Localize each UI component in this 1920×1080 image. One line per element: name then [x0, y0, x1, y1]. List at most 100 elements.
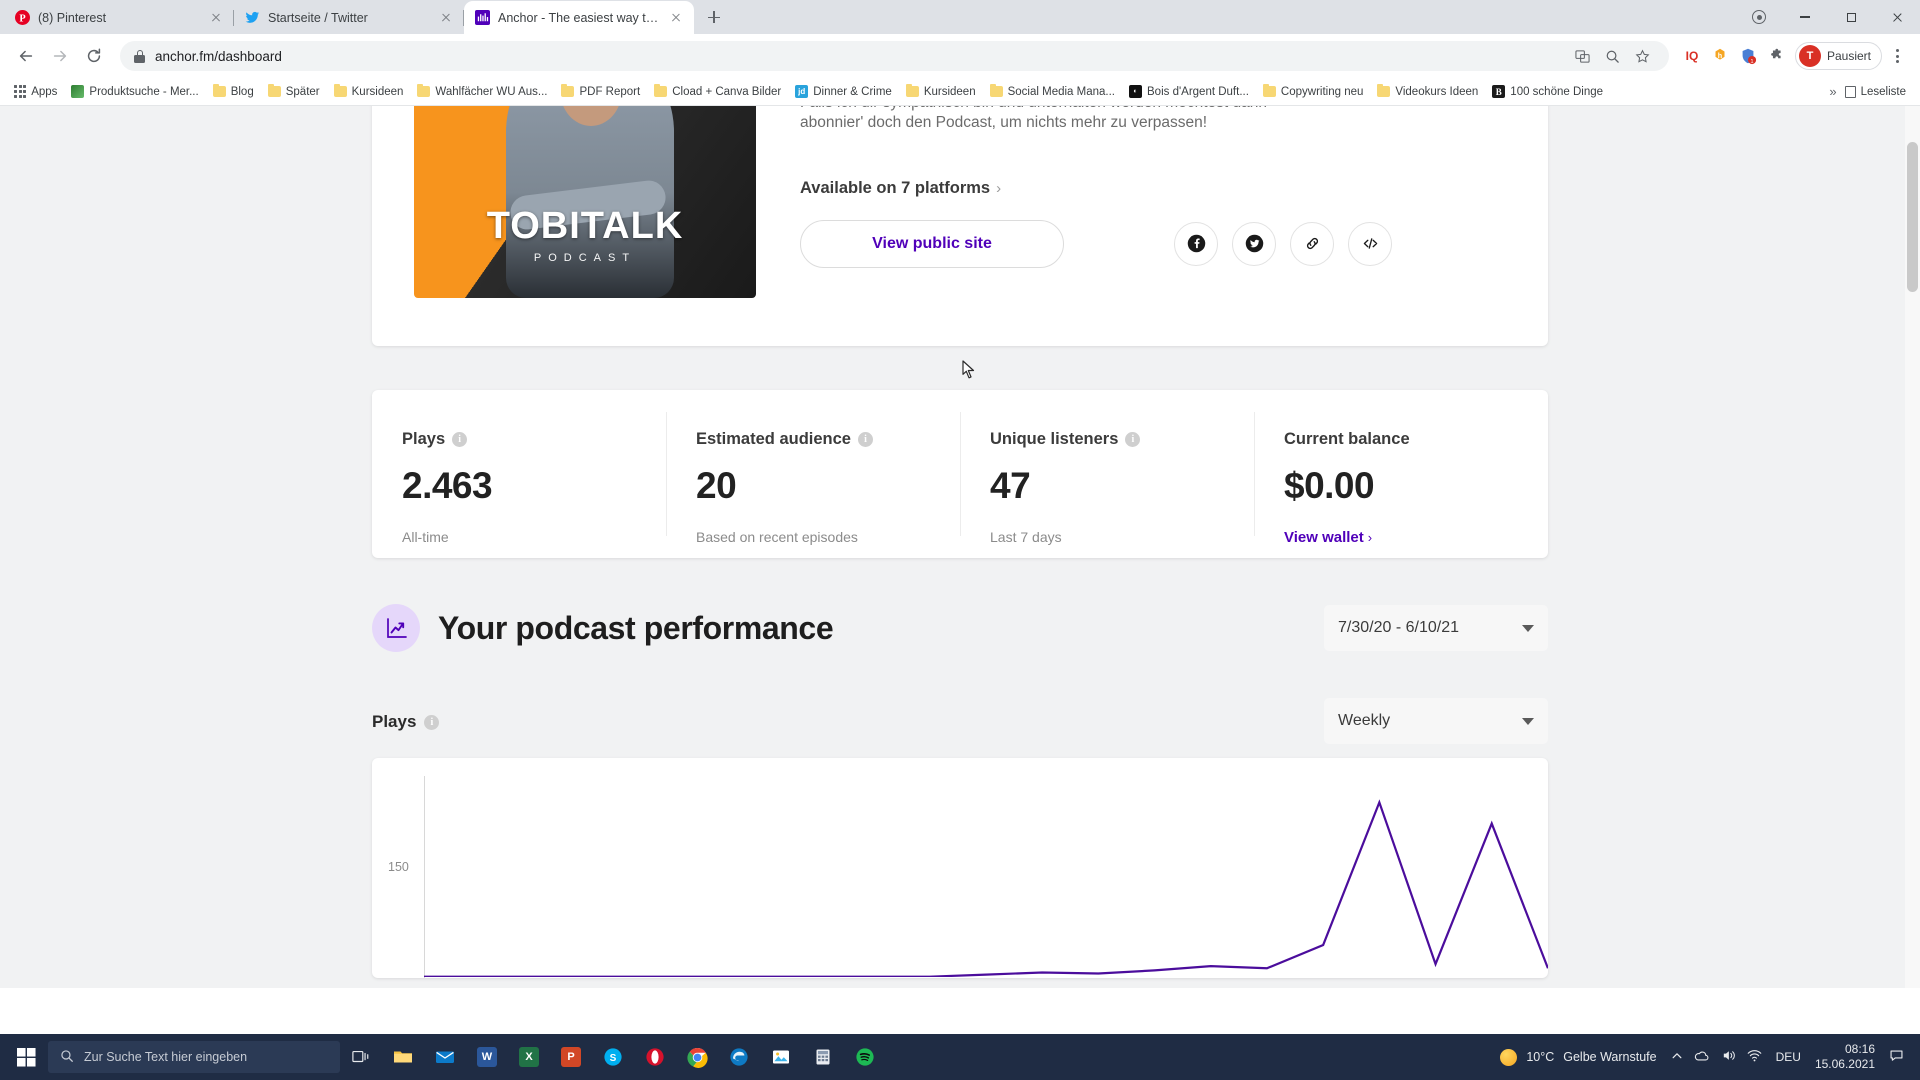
edge-icon[interactable] [718, 1034, 760, 1080]
bookmark-produktsuche[interactable]: Produktsuche - Mer... [65, 82, 204, 101]
bookmark-videokurs[interactable]: Videokurs Ideen [1371, 83, 1484, 101]
mail-icon[interactable] [424, 1034, 466, 1080]
chevron-up-icon[interactable] [1671, 1050, 1683, 1065]
skype-icon[interactable]: S [592, 1034, 634, 1080]
spotify-icon[interactable] [844, 1034, 886, 1080]
chrome-icon[interactable] [676, 1034, 718, 1080]
twitter-share-icon[interactable] [1232, 221, 1276, 266]
view-wallet-link[interactable]: View wallet › [1284, 529, 1548, 546]
task-view-icon[interactable] [340, 1034, 382, 1080]
profile-button[interactable]: T Pausiert [1794, 42, 1882, 70]
svg-text:h: h [1718, 51, 1722, 60]
bookmarks-overflow-button[interactable]: » [1823, 84, 1842, 99]
bookmark-label: Copywriting neu [1280, 85, 1364, 98]
close-window-button[interactable] [1874, 0, 1920, 34]
bookmark-blog[interactable]: Blog [207, 83, 260, 101]
maximize-button[interactable] [1828, 0, 1874, 34]
address-bar[interactable]: anchor.fm/dashboard [120, 41, 1669, 71]
info-icon[interactable]: i [424, 714, 440, 730]
browser-tab-anchor[interactable]: Anchor - The easiest way to mak [464, 1, 694, 34]
excel-glyph: X [519, 1047, 539, 1067]
chart-ytick-150: 150 [388, 860, 409, 874]
bookmark-apps[interactable]: Apps [8, 82, 63, 100]
reload-button[interactable] [78, 40, 110, 72]
photos-icon[interactable] [760, 1034, 802, 1080]
bookmark-copywriting[interactable]: Copywriting neu [1257, 83, 1369, 101]
volume-icon[interactable] [1721, 1048, 1736, 1066]
puzzle-extension-icon[interactable] [1763, 43, 1789, 69]
bookmark-star-icon[interactable] [1631, 44, 1655, 68]
bookmark-pdf-report[interactable]: PDF Report [555, 83, 646, 101]
info-icon[interactable]: i [452, 432, 468, 447]
search-input[interactable]: Zur Suche Text hier eingeben [48, 1041, 340, 1073]
zoom-icon[interactable] [1601, 44, 1625, 68]
translate-icon[interactable] [1571, 44, 1595, 68]
reading-list-button[interactable]: Leseliste [1844, 85, 1912, 98]
bookmark-kursideen-2[interactable]: Kursideen [900, 83, 982, 101]
clock-widget[interactable]: 08:16 15.06.2021 [1815, 1042, 1875, 1072]
forward-button[interactable] [44, 40, 76, 72]
kebab-menu-icon[interactable] [1884, 43, 1910, 69]
browser-tab-twitter[interactable]: Startseite / Twitter [234, 1, 464, 34]
reading-list-label: Leseliste [1860, 85, 1906, 98]
new-tab-button[interactable] [700, 3, 728, 31]
frequency-dropdown[interactable]: Weekly [1324, 698, 1548, 744]
system-tray [1671, 1048, 1762, 1067]
stat-label: Current balance [1284, 430, 1548, 449]
stat-value: 2.463 [402, 465, 493, 506]
bookmark-100-schoene-dinge[interactable]: B 100 schöne Dinge [1486, 82, 1609, 101]
page-scrollbar[interactable] [1905, 106, 1920, 988]
browser-tab-pinterest[interactable]: P (8) Pinterest [4, 1, 234, 34]
stat-sublabel: Last 7 days [990, 529, 1062, 545]
back-button[interactable] [10, 40, 42, 72]
minimize-button[interactable] [1782, 0, 1828, 34]
bookmark-kursideen-1[interactable]: Kursideen [328, 83, 410, 101]
honey-extension-icon[interactable]: h [1707, 43, 1733, 69]
bookmark-wahlfaecher[interactable]: Wahlfächer WU Aus... [411, 83, 553, 101]
bookmark-cload-canva[interactable]: Cload + Canva Bilder [648, 83, 787, 101]
chrome-browser-window: P (8) Pinterest Startseite / Twitter Anc… [0, 0, 1920, 1034]
embed-code-icon[interactable] [1348, 221, 1392, 266]
bookmark-spaeter[interactable]: Später [262, 83, 326, 101]
chevron-right-icon: › [996, 179, 1002, 197]
info-icon[interactable]: i [1125, 432, 1141, 447]
bookmark-bois-dargent[interactable]: ◐ Bois d'Argent Duft... [1123, 82, 1255, 101]
copy-link-icon[interactable] [1290, 221, 1334, 266]
description-line-3: abonnier' doch den Podcast, um nichts me… [800, 114, 1208, 131]
weather-widget[interactable]: 10°C Gelbe Warnstufe [1500, 1048, 1657, 1066]
page-title: Your podcast performance [438, 609, 834, 646]
close-icon[interactable] [208, 10, 224, 26]
bookmark-social-media[interactable]: Social Media Mana... [984, 83, 1121, 101]
close-icon[interactable] [438, 10, 454, 26]
opera-icon[interactable] [634, 1034, 676, 1080]
shield-extension-icon[interactable]: 1 [1735, 43, 1761, 69]
iq-extension-icon[interactable]: IQ [1679, 43, 1705, 69]
navigation-bar: anchor.fm/dashboard IQ h 1 T Pausiert [0, 34, 1920, 78]
language-indicator[interactable]: DEU [1776, 1050, 1801, 1064]
word-icon[interactable]: W [466, 1034, 508, 1080]
onedrive-icon[interactable] [1694, 1048, 1710, 1067]
date-range-dropdown[interactable]: 7/30/20 - 6/10/21 [1324, 605, 1548, 651]
file-explorer-icon[interactable] [382, 1034, 424, 1080]
notification-icon[interactable] [1889, 1048, 1904, 1066]
chart-section-label: Plays i [372, 712, 440, 732]
bookmark-label: PDF Report [579, 85, 641, 98]
calculator-icon[interactable] [802, 1034, 844, 1080]
powerpoint-icon[interactable]: P [550, 1034, 592, 1080]
stat-label: Estimated audience i [696, 430, 960, 449]
view-public-site-button[interactable]: View public site [800, 219, 1064, 268]
excel-icon[interactable]: X [508, 1034, 550, 1080]
folder-icon [212, 84, 226, 97]
b-favicon: B [1492, 85, 1506, 98]
facebook-share-icon[interactable] [1174, 221, 1218, 266]
word-glyph: W [477, 1047, 497, 1067]
available-platforms-link[interactable]: Available on 7 platforms › [800, 179, 1506, 198]
info-icon[interactable]: i [857, 432, 873, 447]
windows-start-icon[interactable] [6, 1034, 46, 1080]
close-icon[interactable] [668, 10, 684, 26]
scrollbar-thumb[interactable] [1907, 142, 1918, 292]
network-icon[interactable] [1747, 1048, 1762, 1066]
record-icon[interactable] [1736, 0, 1782, 34]
stat-label-text: Current balance [1284, 430, 1410, 448]
bookmark-dinner-crime[interactable]: jd Dinner & Crime [789, 82, 898, 101]
